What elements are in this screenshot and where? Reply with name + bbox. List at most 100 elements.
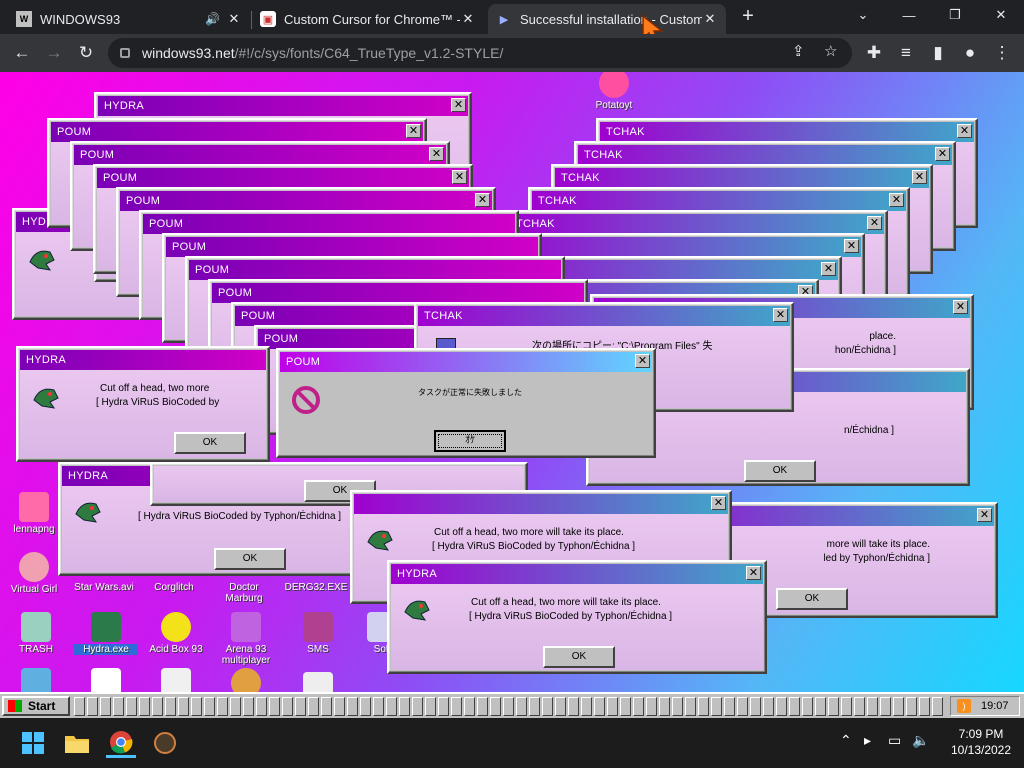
close-button[interactable]: ✕ <box>711 496 726 510</box>
cookie-icon[interactable] <box>214 668 278 692</box>
taskbar-window-button[interactable] <box>295 697 306 716</box>
taskbar-window-button[interactable] <box>399 697 410 716</box>
taskbar-window-button[interactable] <box>451 697 462 716</box>
taskbar-window-button[interactable] <box>594 697 605 716</box>
system-clock[interactable]: 7:09 PM 10/13/2022 <box>946 726 1016 758</box>
taskbar-window-button[interactable] <box>802 697 813 716</box>
desktop-icon-virtual-girl[interactable]: Virtual Girl <box>2 552 66 595</box>
chrome-icon[interactable] <box>106 728 136 758</box>
taskbar-window-button[interactable] <box>490 697 501 716</box>
taskbar-window-button[interactable] <box>139 697 150 716</box>
close-tab-icon[interactable]: ✕ <box>702 11 718 27</box>
close-button[interactable]: ✕ <box>475 193 490 207</box>
taskbar-window-button[interactable] <box>659 697 670 716</box>
desktop-icon-lennapng[interactable]: lennapng <box>2 492 66 535</box>
taskbar-window-button[interactable] <box>828 697 839 716</box>
taskbar-window-button[interactable] <box>308 697 319 716</box>
taskbar-window-button[interactable] <box>438 697 449 716</box>
reload-button[interactable]: ↻ <box>72 40 100 66</box>
media-control-icon[interactable]: ≡ <box>892 40 920 66</box>
taskbar-window-button[interactable] <box>126 697 137 716</box>
close-button[interactable]: ✕ <box>889 193 904 207</box>
notepad-icon[interactable] <box>144 668 208 692</box>
start-button[interactable]: Start <box>2 696 70 716</box>
close-button[interactable]: ✕ <box>957 124 972 138</box>
taskbar-window-button[interactable] <box>789 697 800 716</box>
new-tab-button[interactable]: + <box>736 5 760 29</box>
tab-windows93[interactable]: W WINDOWS93 🔊 ✕ <box>8 4 250 34</box>
desktop-icon-star-wars[interactable]: Star Wars.avi <box>72 582 136 593</box>
taskbar-window-button[interactable] <box>113 697 124 716</box>
close-button[interactable]: ✕ <box>773 308 788 322</box>
close-button[interactable]: ✕ <box>451 98 466 112</box>
taskbar-window-button[interactable] <box>412 697 423 716</box>
app-icon[interactable] <box>150 728 180 758</box>
tab-successful-installation[interactable]: ▶ Successful installation - Custom C ✕ <box>488 4 726 34</box>
taskbar-window-button[interactable] <box>334 697 345 716</box>
hydra-dialog[interactable]: HYDRA Cut off a head, two more [ Hydra V… <box>16 346 270 462</box>
hydra-dialog[interactable]: HYDRA ✕ Cut off a head, two more will ta… <box>387 560 767 674</box>
taskbar-window-button[interactable] <box>100 697 111 716</box>
taskbar-window-button[interactable] <box>854 697 865 716</box>
extensions-icon[interactable]: ✚ <box>860 40 888 66</box>
computer-icon[interactable] <box>286 672 350 692</box>
taskbar-window-button[interactable] <box>893 697 904 716</box>
close-button[interactable]: ✕ <box>406 124 421 138</box>
close-button[interactable]: ✕ <box>635 354 650 368</box>
close-button[interactable]: ✕ <box>912 170 927 184</box>
close-button[interactable]: ✕ <box>844 239 859 253</box>
taskbar-window-button[interactable] <box>529 697 540 716</box>
taskbar-window-button[interactable] <box>386 697 397 716</box>
bookmark-star-icon[interactable]: ☆ <box>824 42 837 60</box>
chevron-up-icon[interactable]: ⌃ <box>840 732 852 749</box>
close-button[interactable]: ✕ <box>452 170 467 184</box>
taskbar-window-button[interactable] <box>919 697 930 716</box>
desktop-icon-hydra[interactable]: Hydra.exe <box>74 612 138 655</box>
desktop-icon-arena93[interactable]: Arena 93 multiplayer <box>214 612 278 666</box>
desktop-icon-corglitch[interactable]: Corglitch <box>142 582 206 593</box>
back-button[interactable]: ← <box>8 40 36 66</box>
taskbar-window-button[interactable] <box>373 697 384 716</box>
taskbar-window-button[interactable] <box>360 697 371 716</box>
desktop-icon-doctor-marburg[interactable]: Doctor Marburg <box>212 582 276 604</box>
profile-icon[interactable]: ● <box>956 40 984 66</box>
taskbar-window-button[interactable] <box>178 697 189 716</box>
taskbar-window-button[interactable] <box>633 697 644 716</box>
tab-search-button[interactable]: ⌄ <box>840 0 886 30</box>
desktop-icon-sms[interactable]: SMS <box>286 612 350 655</box>
taskbar-window-button[interactable] <box>347 697 358 716</box>
taskbar-window-button[interactable] <box>607 697 618 716</box>
taskbar-window-button[interactable] <box>230 697 241 716</box>
restore-button[interactable]: ❐ <box>932 0 978 30</box>
taskbar-window-button[interactable] <box>282 697 293 716</box>
taskbar-window-button[interactable] <box>204 697 215 716</box>
share-icon[interactable]: ⇪ <box>792 42 805 60</box>
media-play-icon[interactable]: ▸ <box>864 732 871 749</box>
taskbar-window-button[interactable] <box>906 697 917 716</box>
desktop-icon-derg32[interactable]: DERG32.EXE <box>284 582 348 593</box>
taskbar-window-button[interactable] <box>646 697 657 716</box>
close-button[interactable]: ✕ <box>867 216 882 230</box>
taskbar-window-button[interactable] <box>542 697 553 716</box>
taskbar-window-button[interactable] <box>841 697 852 716</box>
taskbar-window-button[interactable] <box>87 697 98 716</box>
taskbar-window-button[interactable] <box>243 697 254 716</box>
ok-button[interactable]: OK <box>543 646 615 668</box>
taskbar-window-button[interactable] <box>867 697 878 716</box>
file-explorer-icon[interactable] <box>62 728 92 758</box>
taskbar-window-button[interactable] <box>724 697 735 716</box>
taskbar-window-button[interactable] <box>763 697 774 716</box>
close-tab-icon[interactable]: ✕ <box>226 11 242 27</box>
network-icon[interactable]: ▭ <box>888 732 901 749</box>
taskbar-window-button[interactable] <box>685 697 696 716</box>
close-button[interactable]: ✕ <box>429 147 444 161</box>
close-button[interactable]: ✕ <box>953 300 968 314</box>
close-tab-icon[interactable]: ✕ <box>460 11 476 27</box>
taskbar-window-button[interactable] <box>880 697 891 716</box>
taskbar-window-button[interactable] <box>152 697 163 716</box>
taskbar-window-button[interactable] <box>74 697 85 716</box>
ok-button[interactable]: ｵｹ <box>434 430 506 452</box>
desktop-icon-acid-box[interactable]: Acid Box 93 <box>144 612 208 655</box>
poum-dialog[interactable]: POUM ✕ タスクが正常に失敗しました ｵｹ <box>276 348 656 458</box>
document-icon[interactable] <box>74 668 138 692</box>
